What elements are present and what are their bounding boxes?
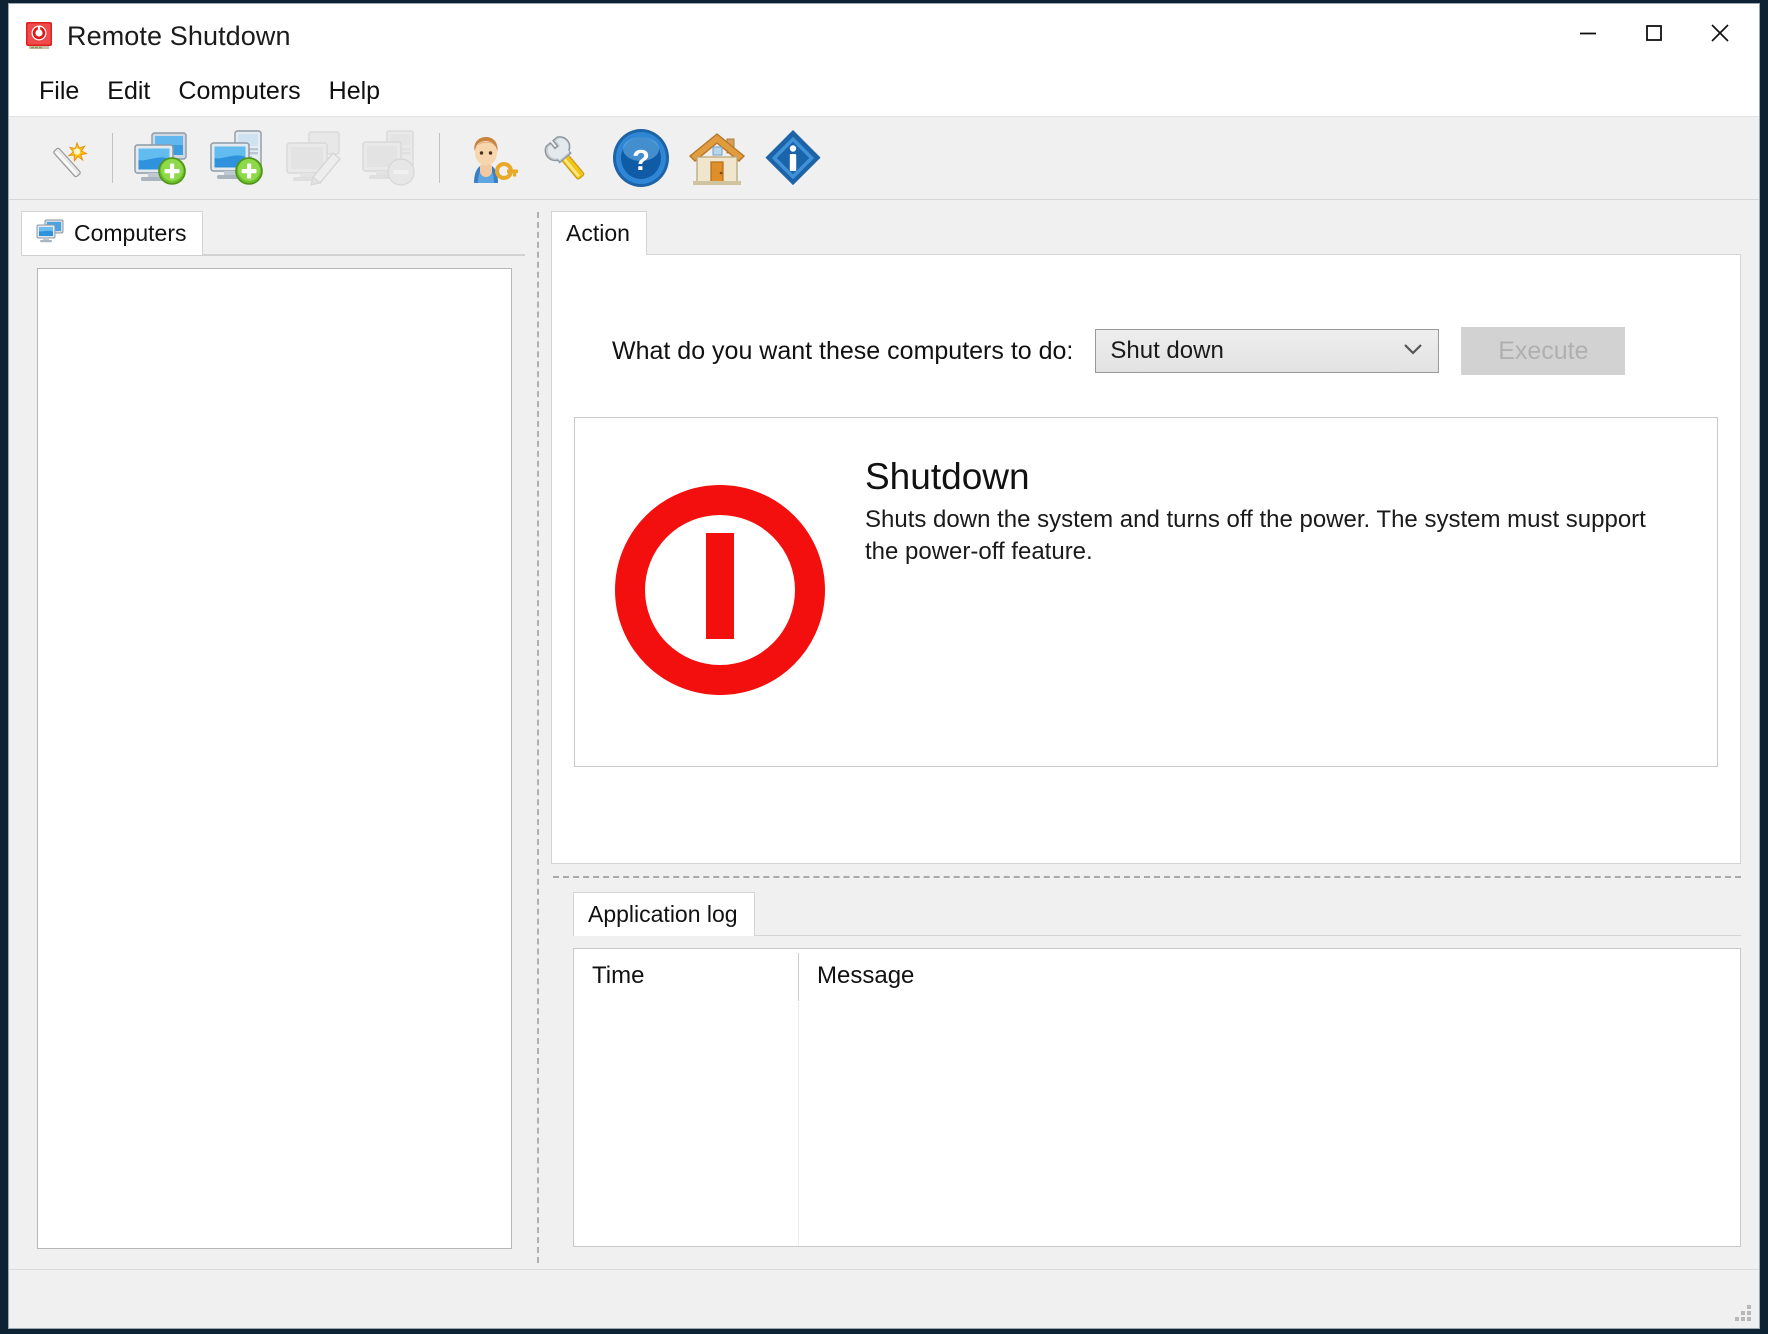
- application-window: Remote Shutdown File Edit Computers Help: [8, 3, 1760, 1329]
- maximize-button[interactable]: [1621, 8, 1687, 58]
- log-table-header: Time Message: [574, 949, 1740, 1003]
- toolbar: ?: [9, 117, 1759, 200]
- status-bar: [9, 1269, 1759, 1328]
- log-column-gridline: [798, 1003, 799, 1246]
- menu-edit[interactable]: Edit: [93, 75, 164, 110]
- title-bar: Remote Shutdown: [9, 4, 1759, 68]
- tab-computers[interactable]: Computers: [21, 211, 204, 255]
- minimize-button[interactable]: [1555, 8, 1621, 58]
- window-controls: [1555, 8, 1753, 58]
- settings-wrench-icon: [544, 136, 585, 180]
- computers-tabstrip: Computers: [21, 209, 525, 256]
- action-question-label: What do you want these computers to do:: [612, 336, 1074, 365]
- home-icon: [688, 133, 746, 185]
- action-tabstrip: Action: [551, 209, 1741, 255]
- menu-bar: File Edit Computers Help: [9, 68, 1759, 117]
- edit-computer-toolbar-button: [276, 122, 352, 194]
- svg-text:?: ?: [632, 145, 650, 177]
- tabstrip-filler: [646, 218, 1741, 255]
- close-button[interactable]: [1687, 8, 1753, 58]
- chevron-down-icon: [1400, 341, 1426, 362]
- action-section: Action What do you want these computers …: [551, 209, 1741, 864]
- tab-computers-label: Computers: [74, 220, 187, 246]
- application-log-section: Application log Time Message: [551, 890, 1741, 1269]
- computers-list[interactable]: [37, 268, 512, 1249]
- toolbar-separator: [439, 133, 440, 183]
- resize-grip-icon[interactable]: [1734, 1305, 1752, 1323]
- add-computer-icon: [134, 132, 187, 185]
- add-computer-from-list-toolbar-button[interactable]: [200, 122, 276, 194]
- action-info-text: Shutdown Shuts down the system and turns…: [865, 430, 1717, 568]
- help-toolbar-button[interactable]: ?: [603, 122, 679, 194]
- add-computer-toolbar-button[interactable]: [124, 122, 200, 194]
- menu-computers[interactable]: Computers: [164, 75, 314, 110]
- tab-action-label: Action: [566, 220, 630, 246]
- help-question-icon: ?: [613, 129, 669, 187]
- power-symbol-icon: [575, 430, 865, 750]
- execute-button[interactable]: Execute: [1461, 327, 1626, 375]
- toolbar-separator: [112, 133, 113, 183]
- log-tabstrip: Application log: [573, 890, 1741, 936]
- computers-icon: [36, 219, 64, 248]
- computers-pane: Computers: [9, 200, 525, 1269]
- power-shutdown-icon: [24, 21, 54, 51]
- tabstrip-filler: [203, 218, 525, 255]
- action-info-box: Shutdown Shuts down the system and turns…: [574, 417, 1718, 767]
- remove-computer-icon: [362, 130, 415, 186]
- application-log-table[interactable]: Time Message: [573, 948, 1741, 1247]
- action-control-row: What do you want these computers to do: …: [552, 255, 1740, 375]
- action-panel: What do you want these computers to do: …: [551, 255, 1741, 864]
- log-table-rows: [574, 1003, 1740, 1246]
- log-column-header-message[interactable]: Message: [799, 949, 1740, 1003]
- menu-help[interactable]: Help: [315, 75, 394, 110]
- add-computer-from-list-icon: [210, 130, 263, 185]
- horizontal-splitter[interactable]: [551, 864, 1741, 890]
- log-column-header-time[interactable]: Time: [574, 949, 798, 1003]
- wizard-icon: [53, 141, 88, 178]
- window-title: Remote Shutdown: [67, 20, 291, 51]
- credentials-icon: [474, 137, 518, 183]
- about-toolbar-button[interactable]: [755, 122, 831, 194]
- remove-computer-toolbar-button: [352, 122, 428, 194]
- action-select-value: Shut down: [1110, 337, 1224, 364]
- tab-application-log-label: Application log: [588, 901, 738, 927]
- tab-application-log[interactable]: Application log: [573, 892, 755, 936]
- settings-toolbar-button[interactable]: [527, 122, 603, 194]
- execute-button-label: Execute: [1498, 336, 1589, 365]
- right-pane: Action What do you want these computers …: [551, 200, 1759, 1269]
- action-info-title: Shutdown: [865, 456, 1030, 497]
- credentials-toolbar-button[interactable]: [451, 122, 527, 194]
- vertical-splitter[interactable]: [525, 200, 551, 1269]
- main-content-area: Computers Action What do you want these …: [9, 200, 1759, 1269]
- tabstrip-filler: [754, 899, 1741, 936]
- action-info-description: Shuts down the system and turns off the …: [865, 506, 1646, 565]
- wizard-toolbar-button[interactable]: [25, 122, 101, 194]
- about-info-icon: [765, 130, 821, 186]
- home-toolbar-button[interactable]: [679, 122, 755, 194]
- menu-file[interactable]: File: [25, 75, 93, 110]
- tab-action[interactable]: Action: [551, 211, 647, 255]
- action-select[interactable]: Shut down: [1095, 329, 1440, 373]
- edit-computer-icon: [286, 131, 341, 186]
